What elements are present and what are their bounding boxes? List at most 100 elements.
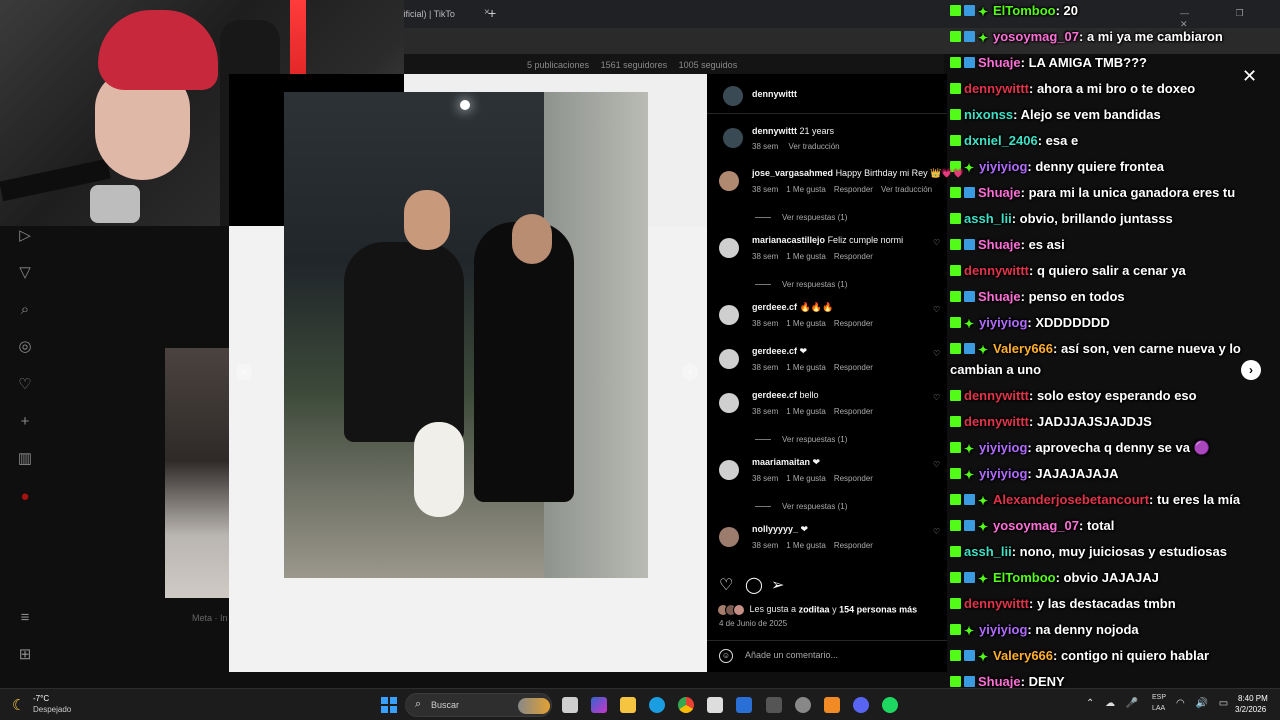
commenter-avatar[interactable] <box>719 238 739 258</box>
chrome-icon[interactable] <box>678 697 694 713</box>
comment-reply-button[interactable]: Responder <box>834 474 873 483</box>
clock-time[interactable]: 8:40 PM <box>1238 694 1268 703</box>
like-icon[interactable]: ♡ <box>719 575 733 595</box>
comment-likes[interactable]: 1 Me gusta <box>786 252 826 261</box>
commenter-avatar[interactable] <box>719 527 739 547</box>
reels-icon[interactable]: ▷ <box>16 227 34 245</box>
view-replies-button[interactable]: Ver respuestas (1) <box>755 213 847 222</box>
explore-icon[interactable]: ◎ <box>16 338 34 356</box>
comment-translate[interactable]: Ver traducción <box>881 185 932 194</box>
chat-username[interactable]: Valery666 <box>993 648 1053 663</box>
insights-icon[interactable]: ▥ <box>16 450 34 468</box>
clock-date[interactable]: 3/2/2026 <box>1235 705 1266 714</box>
chat-username[interactable]: dennywittt <box>964 388 1029 403</box>
post-author[interactable]: dennywittt <box>752 89 797 99</box>
task-view-icon[interactable] <box>562 697 578 713</box>
profile-grid-photo[interactable] <box>165 348 230 598</box>
comment-reply-button[interactable]: Responder <box>834 363 873 372</box>
comment-likes[interactable]: 1 Me gusta <box>786 319 826 328</box>
chat-username[interactable]: assh_lii <box>964 544 1012 559</box>
comment-user[interactable]: gerdeee.cf <box>752 302 797 312</box>
store-icon[interactable] <box>707 697 723 713</box>
edge-icon[interactable] <box>649 697 665 713</box>
chat-username[interactable]: yosoymag_07 <box>993 518 1079 533</box>
search-highlight-icon[interactable] <box>518 698 550 714</box>
chat-username[interactable]: Shuaje <box>978 55 1021 70</box>
chat-username[interactable]: yiyiyiog <box>979 466 1027 481</box>
view-replies-button[interactable]: Ver respuestas (1) <box>755 280 847 289</box>
posts-count[interactable]: 5 publicaciones <box>527 60 589 70</box>
create-icon[interactable]: + <box>16 413 34 431</box>
comment-icon[interactable]: ◯ <box>745 575 763 595</box>
comment-like-icon[interactable]: ♡ <box>933 393 940 402</box>
discord-icon[interactable] <box>853 697 869 713</box>
comment-reply-button[interactable]: Responder <box>834 185 873 194</box>
comment-reply-button[interactable]: Responder <box>834 252 873 261</box>
comment-input[interactable] <box>745 650 935 660</box>
chat-username[interactable]: Shuaje <box>978 237 1021 252</box>
comment-user[interactable]: jose_vargasahmed <box>752 168 833 178</box>
share-icon[interactable]: ➢ <box>771 575 784 595</box>
commenter-avatar[interactable] <box>719 349 739 369</box>
weather-moon-icon[interactable]: ☾ <box>12 696 25 714</box>
comment-like-icon[interactable]: ♡ <box>933 238 940 247</box>
chat-username[interactable]: ElTomboo <box>993 570 1056 585</box>
heart-icon[interactable]: ♡ <box>16 376 34 394</box>
commenter-avatar[interactable] <box>719 171 739 191</box>
xbox-icon[interactable] <box>766 697 782 713</box>
weather-temp[interactable]: -7°C <box>33 694 49 703</box>
caption-author[interactable]: dennywittt <box>752 126 797 136</box>
likes-count[interactable]: 154 personas más <box>839 604 917 614</box>
followers-count[interactable]: 1561 seguidores <box>601 60 668 70</box>
settings-icon[interactable] <box>795 697 811 713</box>
chat-username[interactable]: Valery666 <box>993 341 1053 356</box>
chat-username[interactable]: Shuaje <box>978 289 1021 304</box>
comment-likes[interactable]: 1 Me gusta <box>786 541 826 550</box>
comment-likes[interactable]: 1 Me gusta <box>786 407 826 416</box>
chat-username[interactable]: Alexanderjosebetancourt <box>993 492 1149 507</box>
post-photo[interactable] <box>284 92 648 578</box>
language-indicator[interactable]: ESP <box>1152 694 1166 701</box>
chat-username[interactable]: dennywittt <box>964 263 1029 278</box>
comment-user[interactable]: maariamaitan <box>752 457 810 467</box>
spotify-icon[interactable] <box>882 697 898 713</box>
new-tab-button[interactable]: + <box>488 5 496 21</box>
commenter-avatar[interactable] <box>719 305 739 325</box>
comment-like-icon[interactable]: ♡ <box>933 527 940 536</box>
copilot-icon[interactable] <box>591 697 607 713</box>
likes-summary[interactable]: Les gusta a zoditaa y 154 personas más <box>717 604 917 616</box>
emoji-icon[interactable]: ☺ <box>719 649 733 663</box>
view-replies-button[interactable]: Ver respuestas (1) <box>755 435 847 444</box>
comment-likes[interactable]: 1 Me gusta <box>786 185 826 194</box>
comment-user[interactable]: gerdeee.cf <box>752 346 797 356</box>
caption-translate[interactable]: Ver traducción <box>788 142 839 151</box>
likes-user[interactable]: zoditaa <box>799 604 830 614</box>
author-avatar[interactable] <box>723 86 743 106</box>
chat-username[interactable]: Shuaje <box>978 674 1021 689</box>
system-tray[interactable]: ⌃ ☁ 🎤 <box>1086 698 1142 709</box>
comment-like-icon[interactable]: ♡ <box>933 349 940 358</box>
comment-likes[interactable]: 1 Me gusta <box>786 363 826 372</box>
chat-username[interactable]: nixonss <box>964 107 1013 122</box>
comment-like-icon[interactable]: ♡ <box>933 305 940 314</box>
mail-icon[interactable] <box>736 697 752 713</box>
fl-studio-icon[interactable] <box>824 697 840 713</box>
comment-reply-button[interactable]: Responder <box>834 541 873 550</box>
comment-user[interactable]: marianacastillejo <box>752 235 825 245</box>
chat-username[interactable]: yiyiyiog <box>979 159 1027 174</box>
profile-icon[interactable]: ● <box>16 488 34 506</box>
chat-username[interactable]: yosoymag_07 <box>993 29 1079 44</box>
caption-avatar[interactable] <box>723 128 743 148</box>
view-replies-button[interactable]: Ver respuestas (1) <box>755 502 847 511</box>
chat-username[interactable]: yiyiyiog <box>979 315 1027 330</box>
comment-user[interactable]: nollyyyyy_ <box>752 524 798 534</box>
chat-username[interactable]: dennywittt <box>964 81 1029 96</box>
notifications-icon[interactable]: ▽ <box>16 264 34 282</box>
keyboard-layout[interactable]: LAA <box>1152 705 1165 712</box>
commenter-avatar[interactable] <box>719 393 739 413</box>
file-explorer-icon[interactable] <box>620 697 636 713</box>
meta-footer[interactable]: Meta · In <box>192 613 228 623</box>
apps-icon[interactable]: ⊞ <box>16 646 34 664</box>
search-icon[interactable]: ⌕ <box>16 301 34 319</box>
chat-username[interactable]: dxniel_2406 <box>964 133 1038 148</box>
